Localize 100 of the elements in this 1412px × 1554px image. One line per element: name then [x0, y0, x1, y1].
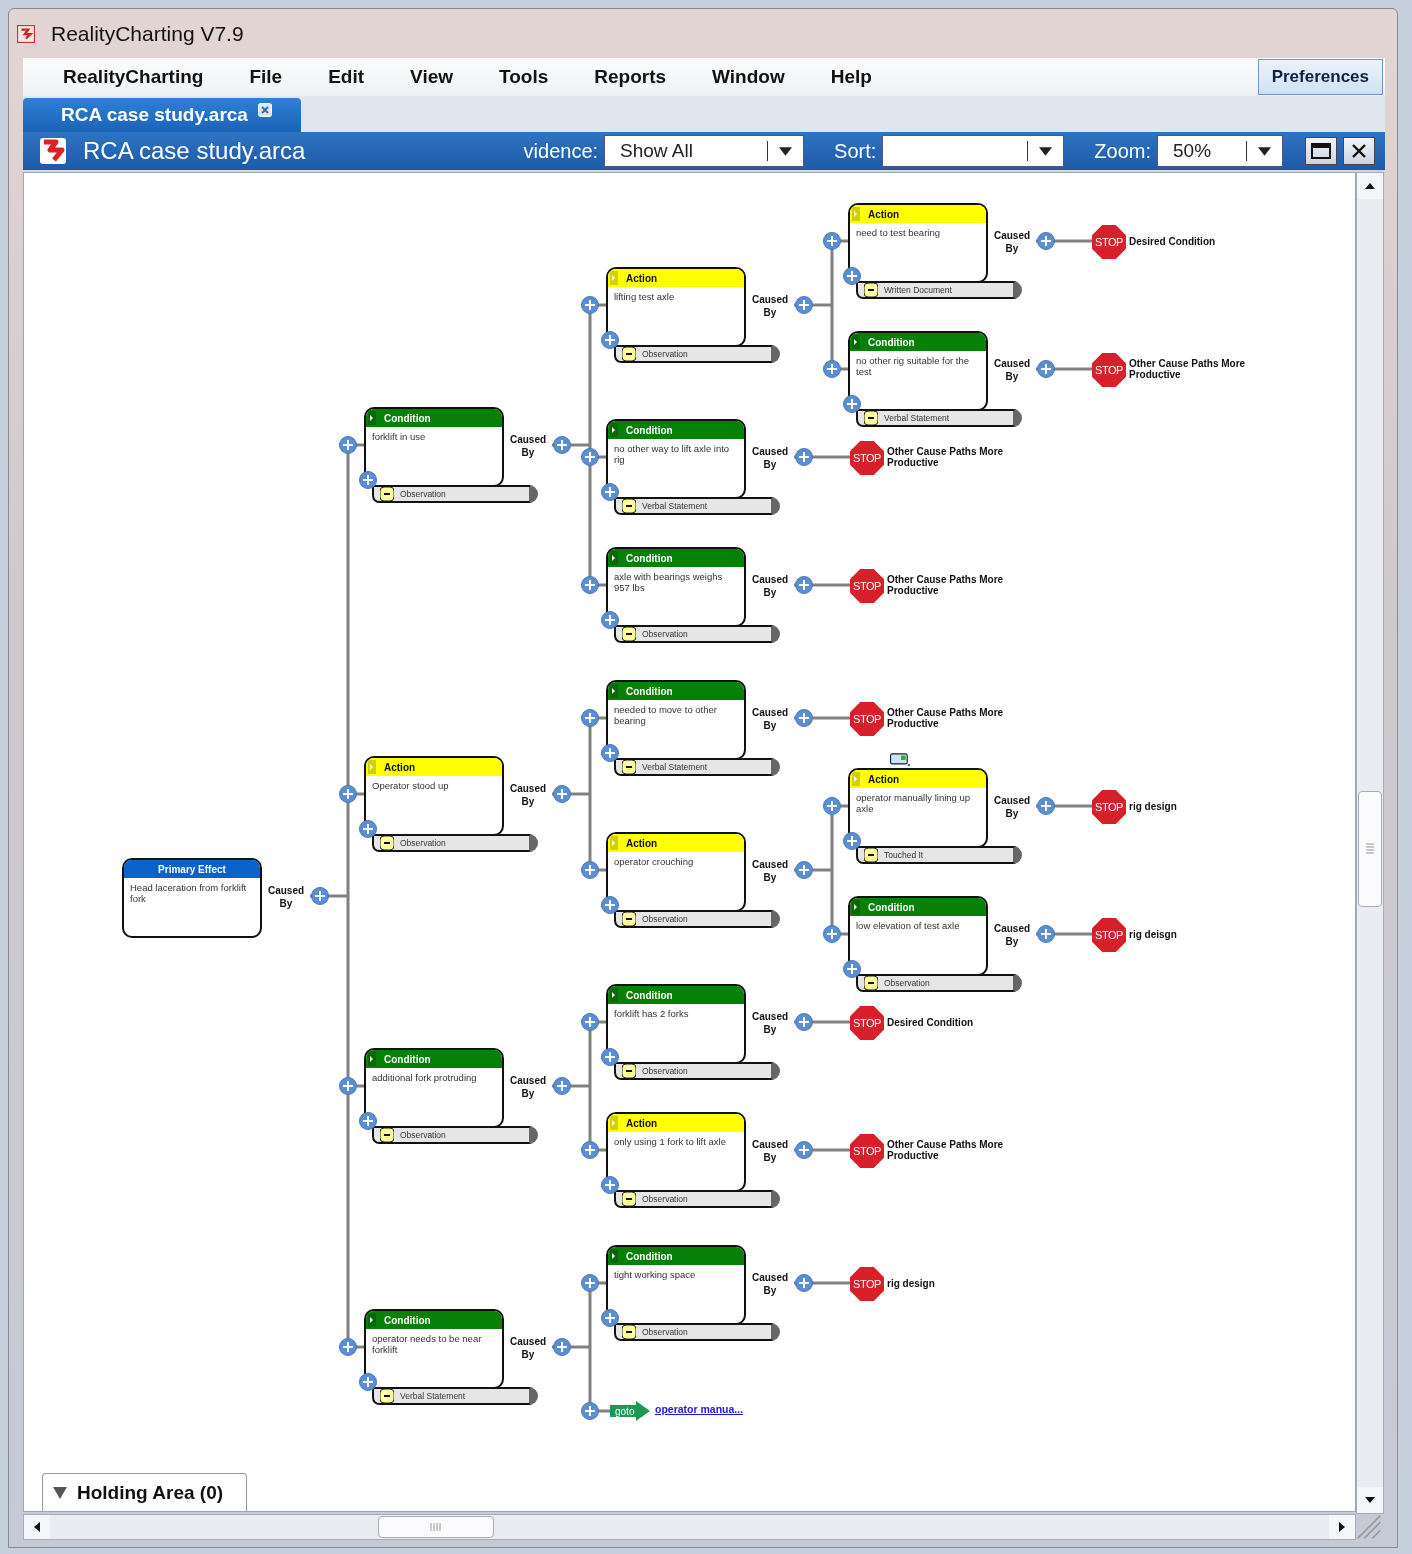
expand-icon[interactable] [610, 423, 618, 437]
add-button[interactable] [601, 1309, 619, 1327]
cause-node[interactable]: Primary Effect Head laceration from forklift fork [122, 858, 262, 938]
add-button[interactable] [843, 395, 861, 413]
collapse-icon[interactable] [380, 1128, 394, 1142]
scroll-thumb[interactable] [1358, 791, 1382, 907]
collapse-icon[interactable] [622, 1064, 636, 1078]
cause-node[interactable]: Action operator manually lining up axle [848, 768, 988, 848]
expand-icon[interactable] [852, 900, 860, 914]
menu-item[interactable]: Help [830, 66, 872, 88]
goto-link[interactable]: operator manua... [655, 1403, 744, 1415]
add-button[interactable] [601, 483, 619, 501]
cause-node[interactable]: Condition axle with bearings weighs 957 lbs [606, 547, 746, 627]
cause-node[interactable]: Condition low elevation of test axle [848, 896, 988, 976]
evidence-bar[interactable]: Observation [614, 345, 780, 363]
evidence-bar[interactable]: Observation [614, 1190, 780, 1208]
add-button[interactable] [601, 1176, 619, 1194]
evidence-bar[interactable]: Verbal Statement [372, 1387, 538, 1405]
collapse-icon[interactable] [622, 627, 636, 641]
scroll-down-button[interactable] [1357, 1487, 1383, 1513]
cause-node[interactable]: Action need to test bearing [848, 203, 988, 283]
cause-node[interactable]: Condition no other way to lift axle into rig [606, 419, 746, 499]
cause-node[interactable]: Action lifting test axle [606, 267, 746, 347]
collapse-icon[interactable] [622, 499, 636, 513]
evidence-bar[interactable]: Observation [372, 1126, 538, 1144]
cause-node[interactable]: Condition forklift has 2 forks [606, 984, 746, 1064]
collapse-icon[interactable] [622, 347, 636, 361]
holding-area-bar[interactable]: Holding Area (0) [42, 1473, 247, 1511]
cause-node[interactable]: Condition needed to move to other bearing [606, 680, 746, 760]
evidence-bar[interactable]: Verbal Statement [856, 409, 1022, 427]
expand-icon[interactable] [368, 411, 376, 425]
menu-item[interactable]: Tools [499, 66, 549, 88]
scroll-up-button[interactable] [1357, 173, 1383, 199]
collapse-icon[interactable] [622, 912, 636, 926]
add-button[interactable] [601, 744, 619, 762]
collapse-icon[interactable] [864, 411, 878, 425]
collapse-icon[interactable] [864, 848, 878, 862]
scroll-left-button[interactable] [24, 1515, 50, 1539]
collapse-icon[interactable] [622, 1192, 636, 1206]
add-button[interactable] [601, 611, 619, 629]
maximize-button[interactable] [1305, 137, 1337, 165]
menu-item[interactable]: Edit [328, 66, 365, 88]
menu-item[interactable]: Window [712, 66, 785, 88]
evidence-bar[interactable]: Observation [614, 1323, 780, 1341]
expand-icon[interactable] [610, 988, 618, 1002]
cause-node[interactable]: Action operator crouching [606, 832, 746, 912]
cause-node[interactable]: Condition tight working space [606, 1245, 746, 1325]
expand-icon[interactable] [610, 1249, 618, 1263]
cause-node[interactable]: Condition forklift in use [364, 407, 504, 487]
add-button[interactable] [843, 960, 861, 978]
evidence-bar[interactable]: Observation [614, 625, 780, 643]
add-button[interactable] [359, 471, 377, 489]
close-button[interactable] [1343, 137, 1375, 165]
add-button[interactable] [359, 1373, 377, 1391]
collapse-icon[interactable] [864, 283, 878, 297]
triangle-icon[interactable] [53, 1486, 67, 1499]
evidence-bar[interactable]: Observation [614, 910, 780, 928]
collapse-icon[interactable] [380, 487, 394, 501]
evidence-dropdown[interactable]: Show All [604, 135, 805, 167]
attachment-icon[interactable] [890, 753, 910, 767]
collapse-icon[interactable] [380, 836, 394, 850]
collapse-icon[interactable] [864, 976, 878, 990]
scroll-thumb[interactable] [378, 1516, 494, 1538]
expand-icon[interactable] [368, 1313, 376, 1327]
expand-icon[interactable] [610, 551, 618, 565]
expand-icon[interactable] [610, 684, 618, 698]
scroll-right-button[interactable] [1329, 1515, 1355, 1539]
zoom-dropdown[interactable]: 50% [1157, 135, 1283, 167]
add-button[interactable] [359, 1112, 377, 1130]
document-tab[interactable]: RCA case study.arca [23, 98, 301, 132]
expand-icon[interactable] [852, 335, 860, 349]
evidence-bar[interactable]: Observation [372, 834, 538, 852]
evidence-bar[interactable]: Touched It [856, 846, 1022, 864]
cause-node[interactable]: Condition operator needs to be near forklift [364, 1309, 504, 1389]
evidence-bar[interactable]: Observation [614, 1062, 780, 1080]
expand-icon[interactable] [368, 1052, 376, 1066]
horizontal-scrollbar[interactable] [23, 1514, 1356, 1540]
collapse-icon[interactable] [622, 1325, 636, 1339]
evidence-bar[interactable]: Written Document [856, 281, 1022, 299]
menu-item[interactable]: File [249, 66, 283, 88]
cause-node[interactable]: Condition additional fork protruding [364, 1048, 504, 1128]
add-button[interactable] [601, 331, 619, 349]
add-button[interactable] [601, 896, 619, 914]
preferences-button[interactable]: Preferences [1257, 59, 1383, 95]
add-button[interactable] [601, 1048, 619, 1066]
add-button[interactable] [359, 820, 377, 838]
menu-item[interactable]: Reports [594, 66, 667, 88]
cause-node[interactable]: Action only using 1 fork to lift axle [606, 1112, 746, 1192]
collapse-icon[interactable] [622, 760, 636, 774]
vertical-scrollbar[interactable] [1356, 172, 1384, 1514]
evidence-bar[interactable]: Verbal Statement [614, 497, 780, 515]
evidence-bar[interactable]: Observation [372, 485, 538, 503]
cause-node[interactable]: Action Operator stood up [364, 756, 504, 836]
add-button[interactable] [843, 267, 861, 285]
evidence-bar[interactable]: Verbal Statement [614, 758, 780, 776]
evidence-bar[interactable]: Observation [856, 974, 1022, 992]
collapse-icon[interactable] [380, 1389, 394, 1403]
resize-grip-icon[interactable] [1356, 1514, 1382, 1540]
menu-item[interactable]: View [410, 66, 453, 88]
close-icon[interactable] [257, 103, 272, 117]
